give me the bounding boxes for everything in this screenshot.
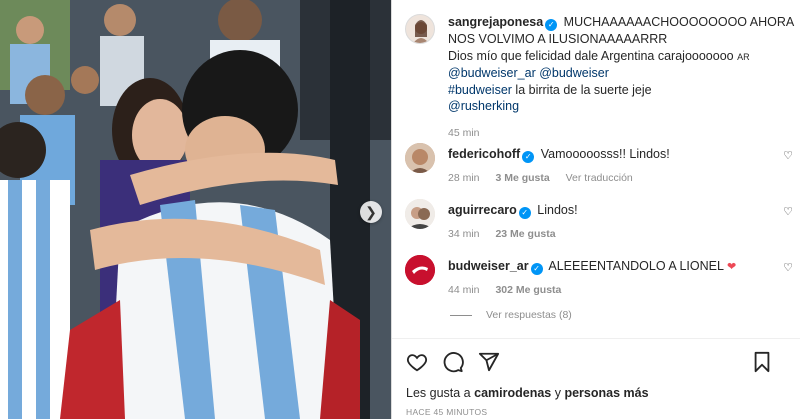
- budweiser-avatar[interactable]: [405, 255, 435, 285]
- comment-avatar[interactable]: [405, 143, 435, 173]
- post-detail-panel: sangrejaponesa ✓ MUCHAAAAAACHOOOOOOOO AHO…: [392, 0, 800, 419]
- like-comment-heart-icon[interactable]: ♡: [783, 205, 793, 218]
- comment-time: 44 min: [448, 284, 480, 296]
- red-heart-icon: ❤: [726, 261, 737, 273]
- like-comment-heart-icon[interactable]: ♡: [783, 149, 793, 162]
- view-replies-label[interactable]: Ver respuestas (8): [486, 309, 572, 321]
- likes-middle: y: [554, 386, 561, 400]
- likes-user[interactable]: camirodenas: [474, 386, 551, 400]
- chevron-right-icon: ❯: [365, 203, 377, 220]
- author-avatar[interactable]: [405, 14, 435, 44]
- share-icon[interactable]: [478, 351, 500, 373]
- comment-text: Vamooooosss!! Lindos!: [540, 147, 670, 161]
- comment-time: 28 min: [448, 172, 480, 184]
- comment-item: federicohoff ✓ Vamooooosss!! Lindos! ♡ 28…: [448, 147, 793, 184]
- hashtag-budweiser[interactable]: #budweiser: [448, 83, 512, 97]
- caption-line-4: la birrita de la suerte jeje: [515, 82, 652, 97]
- next-photo-button[interactable]: ❯: [360, 201, 382, 223]
- comment-text: Lindos!: [537, 203, 578, 217]
- mention-rusherking[interactable]: @rusherking: [448, 99, 519, 113]
- comment-likes[interactable]: 302 Me gusta: [495, 284, 561, 296]
- comment-username[interactable]: budweiser_ar: [448, 259, 529, 273]
- actions-divider: [392, 338, 800, 339]
- comment-item: aguirrecaro ✓ Lindos! ♡ 34 min 23 Me gust…: [448, 203, 793, 240]
- like-comment-heart-icon[interactable]: ♡: [783, 261, 793, 274]
- comment-meta: 44 min 302 Me gusta: [448, 284, 793, 296]
- likes-summary: Les gusta a camirodenas y personas más: [406, 386, 649, 400]
- view-replies[interactable]: Ver respuestas (8): [450, 309, 572, 321]
- comment-item: budweiser_ar ✓ ALEEEENTANDOLO A LIONEL ❤ …: [448, 259, 793, 296]
- mention-budweiser-ar[interactable]: @budweiser_ar: [448, 66, 536, 80]
- verified-icon: ✓: [522, 151, 535, 163]
- heart-icon[interactable]: [406, 351, 428, 373]
- posted-time: HACE 45 MINUTOS: [406, 407, 488, 417]
- comment-time: 34 min: [448, 228, 480, 240]
- mention-budweiser[interactable]: @budweiser: [539, 66, 609, 80]
- comment-meta: 28 min 3 Me gusta Ver traducción: [448, 172, 793, 184]
- likes-prefix: Les gusta a: [406, 386, 471, 400]
- comment-likes[interactable]: 23 Me gusta: [495, 228, 555, 240]
- verified-icon: ✓: [545, 19, 558, 31]
- post-photo[interactable]: ❯: [0, 0, 391, 419]
- comment-username[interactable]: federicohoff: [448, 147, 520, 161]
- comment-username[interactable]: aguirrecaro: [448, 203, 517, 217]
- comment-likes[interactable]: 3 Me gusta: [495, 172, 549, 184]
- likes-others[interactable]: personas más: [564, 386, 648, 400]
- bookmark-icon[interactable]: [752, 351, 772, 373]
- comment-icon[interactable]: [442, 351, 464, 373]
- verified-icon: ✓: [530, 263, 543, 275]
- translate-link[interactable]: Ver traducción: [566, 172, 633, 184]
- verified-icon: ✓: [518, 207, 531, 219]
- action-bar: [406, 351, 500, 373]
- replies-line: [450, 314, 472, 316]
- author-username[interactable]: sangrejaponesa: [448, 15, 543, 29]
- comment-avatar[interactable]: [405, 199, 435, 229]
- comment-meta: 34 min 23 Me gusta: [448, 228, 793, 240]
- photo-illustration: [0, 0, 391, 419]
- caption-line-2: Dios mío que felicidad dale Argentina ca…: [448, 48, 734, 63]
- comment-text: ALEEEENTANDOLO A LIONEL: [548, 259, 724, 273]
- post-time: 45 min: [448, 126, 480, 139]
- caption-flag-text: AR: [737, 51, 750, 62]
- post-caption: sangrejaponesa ✓ MUCHAAAAAACHOOOOOOOO AHO…: [448, 14, 798, 142]
